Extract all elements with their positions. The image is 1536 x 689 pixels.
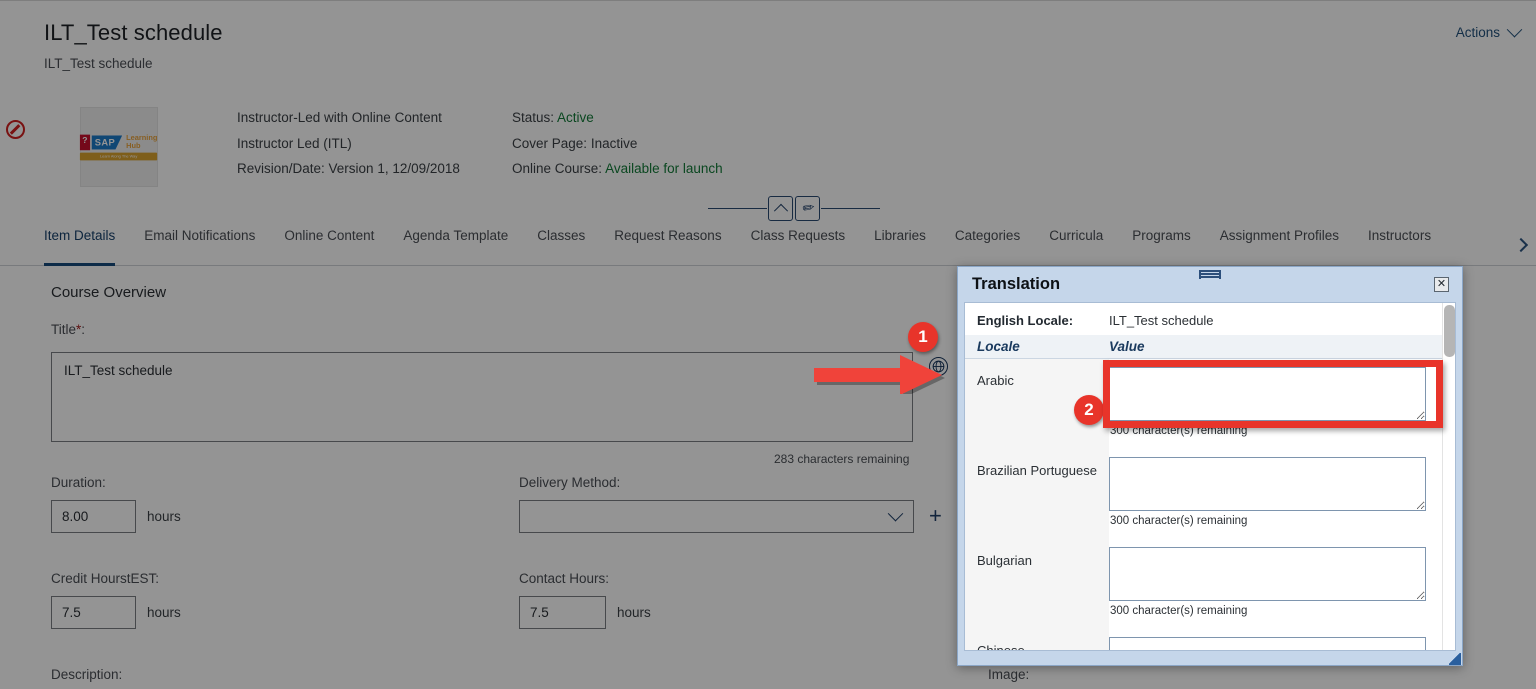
annotation-badge-1: 1 (908, 322, 938, 352)
translation-row: Bulgarian 300 character(s) remaining (965, 539, 1442, 629)
scrollbar-thumb[interactable] (1444, 305, 1455, 357)
column-header-value: Value (1109, 339, 1145, 354)
dialog-vertical-scrollbar[interactable] (1442, 303, 1455, 650)
close-icon[interactable]: ✕ (1434, 277, 1449, 292)
dialog-titlebar[interactable]: Translation ✕ (964, 267, 1456, 302)
translation-input[interactable] (1109, 547, 1426, 601)
highlight-box-annotation (1103, 360, 1443, 428)
dialog-title: Translation (972, 275, 1061, 293)
english-locale-row: English Locale: ILT_Test schedule (965, 313, 1442, 335)
english-locale-label: English Locale: (977, 313, 1074, 328)
english-locale-value: ILT_Test schedule (1109, 313, 1214, 328)
app-window: ILT_Test schedule ILT_Test schedule Acti… (0, 0, 1536, 689)
locale-value-cell: 300 character(s) remaining (1109, 449, 1442, 539)
locale-name: Bulgarian (965, 539, 1109, 629)
dialog-scroll-pane: English Locale: ILT_Test schedule Locale… (965, 303, 1442, 650)
translation-row: Brazilian Portuguese 300 character(s) rem… (965, 449, 1442, 539)
translation-input[interactable] (1109, 457, 1426, 511)
drag-handle-icon[interactable] (1199, 270, 1221, 279)
locale-value-cell: 300 character(s) remaining (1109, 539, 1442, 629)
translation-table-header: Locale Value (965, 335, 1442, 359)
resize-handle-icon[interactable] (1449, 653, 1461, 665)
chars-remaining: 300 character(s) remaining (1110, 605, 1248, 617)
translation-input[interactable] (1109, 637, 1426, 650)
dialog-body: English Locale: ILT_Test schedule Locale… (964, 302, 1456, 651)
locale-name: Brazilian Portuguese (965, 449, 1109, 539)
annotation-badge-2: 2 (1074, 395, 1104, 425)
translation-row: Chinese300 character(s) remaining (965, 629, 1442, 650)
translation-dialog: Translation ✕ English Locale: ILT_Test s… (957, 266, 1463, 666)
locale-value-cell: 300 character(s) remaining (1109, 629, 1442, 650)
column-header-locale: Locale (977, 339, 1020, 354)
chars-remaining: 300 character(s) remaining (1110, 515, 1248, 527)
right-arrow-annotation (812, 352, 952, 398)
locale-name: Chinese (965, 629, 1109, 650)
